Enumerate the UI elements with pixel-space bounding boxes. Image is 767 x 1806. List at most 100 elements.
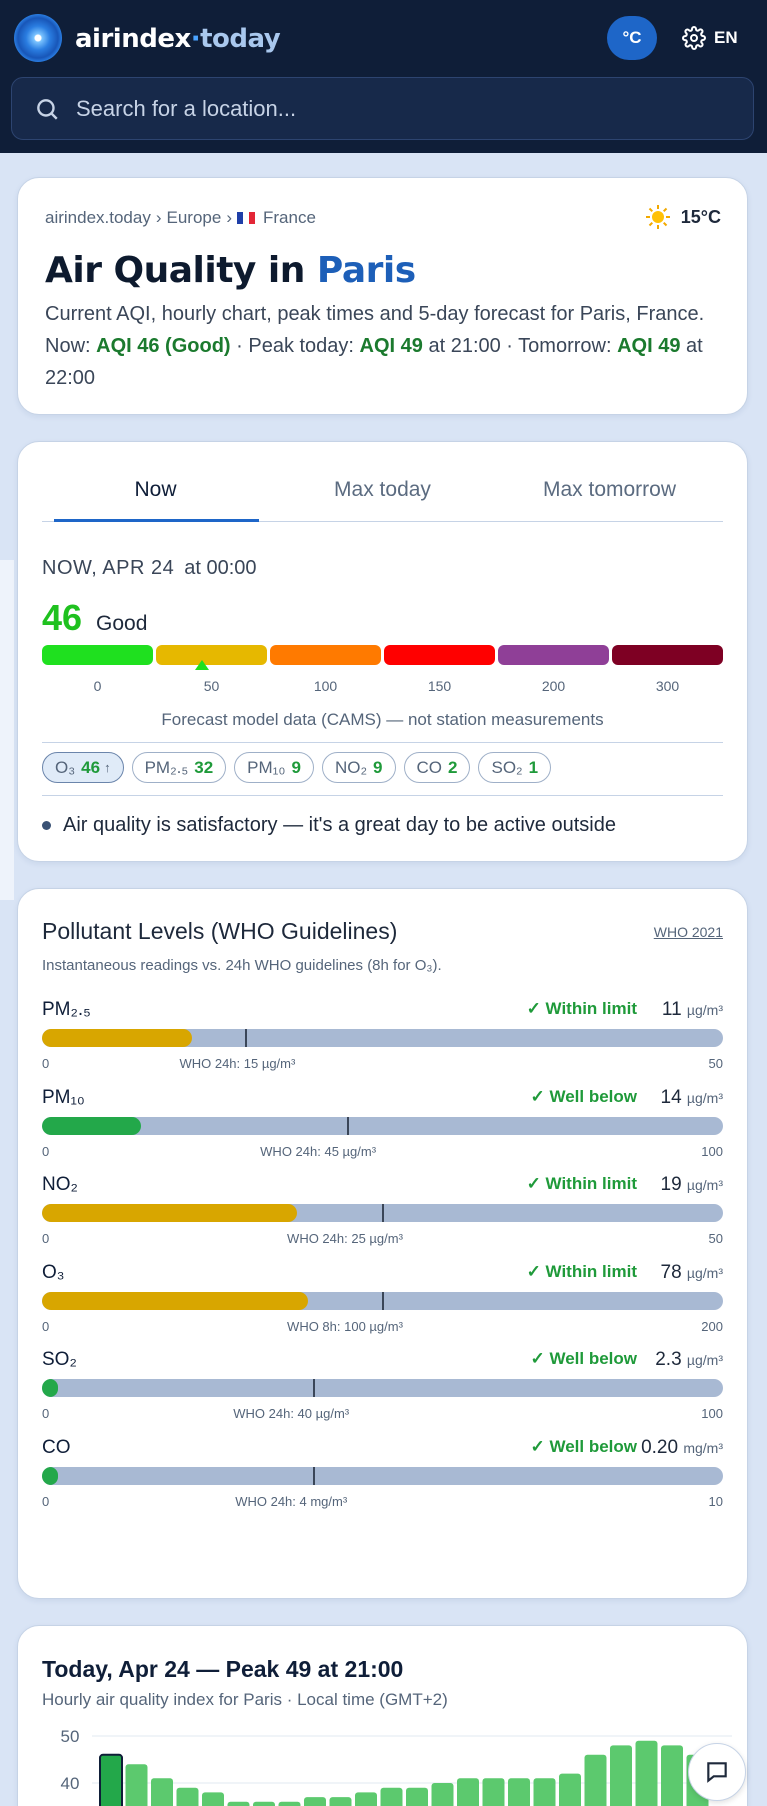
who-guideline-marker xyxy=(347,1116,350,1135)
hourly-bar[interactable] xyxy=(278,1801,301,1806)
pollutant-bar-fill xyxy=(42,1379,58,1397)
pollutant-levels-title: Pollutant Levels (WHO Guidelines) xyxy=(42,918,398,944)
hourly-chart-card: Today, Apr 24 — Peak 49 at 21:00 Hourly … xyxy=(17,1625,748,1806)
aqi-scale-bar xyxy=(42,645,723,665)
hourly-bar[interactable] xyxy=(151,1778,173,1806)
hourly-bar[interactable] xyxy=(635,1740,658,1806)
pollutant-status: ✓ Within limit xyxy=(526,999,637,1018)
pollutant-chip[interactable]: PM₁₀ 9 xyxy=(234,752,314,783)
page-description: Current AQI, hourly chart, peak times an… xyxy=(45,303,705,389)
breadcrumb-home[interactable]: airindex.today xyxy=(45,208,151,228)
pollutant-scale-max: 50 xyxy=(708,1056,723,1071)
pollutant-chip-label: NO₂ xyxy=(334,757,368,777)
hourly-bar[interactable] xyxy=(125,1764,148,1806)
pollutant-chip-label: CO xyxy=(416,757,443,777)
pollutant-bar xyxy=(42,1029,723,1047)
hourly-bar[interactable] xyxy=(610,1745,632,1806)
pollutant-scale-max: 10 xyxy=(708,1493,723,1509)
settings-language-button[interactable]: EN xyxy=(682,22,738,54)
logo-wordmark[interactable]: airindex·today xyxy=(75,24,281,54)
aqi-scale-segment xyxy=(384,645,495,665)
breadcrumb-region[interactable]: Europe xyxy=(167,208,222,228)
pollutant-chip-value: 9 xyxy=(373,757,383,777)
breadcrumb-separator: › xyxy=(226,208,233,227)
aqi-scale-tick: 150 xyxy=(427,678,452,694)
hourly-bar[interactable] xyxy=(227,1801,250,1806)
aqi-tabs: Now Max today Max tomorrow xyxy=(42,472,723,522)
hourly-bar[interactable] xyxy=(482,1778,505,1806)
search-bar[interactable] xyxy=(11,77,754,140)
chat-button[interactable] xyxy=(688,1743,746,1801)
breadcrumb: airindex.today › Europe › France xyxy=(45,208,316,228)
pollutant-bar xyxy=(42,1379,723,1397)
tab-max-tomorrow[interactable]: Max tomorrow xyxy=(496,472,723,521)
pollutant-chip-value: 2 xyxy=(448,757,458,777)
who-2021-link[interactable]: WHO 2021 xyxy=(654,924,723,940)
hourly-bar[interactable] xyxy=(406,1787,428,1806)
hourly-bar[interactable] xyxy=(329,1797,352,1806)
who-guideline-marker xyxy=(381,1204,384,1222)
hourly-bar[interactable] xyxy=(355,1792,377,1806)
pollutant-chip[interactable]: PM₂.₅ 32 xyxy=(131,752,227,783)
pollutant-levels-card: Pollutant Levels (WHO Guidelines) WHO 20… xyxy=(17,888,748,1599)
pollutant-value: 2.3 µg/m³ xyxy=(655,1349,723,1370)
pollutant-name: CO xyxy=(42,1436,71,1458)
hourly-bar[interactable] xyxy=(508,1778,530,1806)
pollutant-name: PM₂.₅ xyxy=(42,999,91,1020)
tab-max-today[interactable]: Max today xyxy=(269,472,496,521)
pollutant-chip[interactable]: CO 2 xyxy=(403,752,471,783)
divider xyxy=(42,795,723,796)
logo-icon[interactable] xyxy=(14,14,62,62)
search-input[interactable] xyxy=(76,95,696,122)
breadcrumb-country[interactable]: France xyxy=(263,208,316,228)
pollutant-bar-fill xyxy=(42,1291,308,1310)
who-guideline-label: WHO 8h: 100 µg/m³ xyxy=(287,1318,403,1334)
aqi-scale-tick: 50 xyxy=(203,678,220,694)
gear-icon xyxy=(682,26,706,50)
hourly-bar[interactable] xyxy=(661,1745,683,1806)
sun-icon xyxy=(645,205,670,229)
pollutant-scale-max: 100 xyxy=(701,1143,723,1159)
y-tick-label: 40 xyxy=(61,1774,80,1793)
pollutant-chip-label: PM₁₀ xyxy=(247,757,286,777)
hourly-bar[interactable] xyxy=(380,1787,403,1806)
who-guideline-label: WHO 24h: 25 µg/m³ xyxy=(287,1231,403,1246)
pollutant-bar-fill xyxy=(42,1466,58,1485)
city-name: Paris xyxy=(316,250,416,291)
unit-toggle-button[interactable]: °C xyxy=(607,16,657,60)
aqi-scale-tick: 300 xyxy=(655,678,680,694)
pollutant-bar xyxy=(42,1466,723,1485)
who-guideline-marker xyxy=(245,1029,248,1047)
pollutant-scale-min: 0 xyxy=(42,1493,50,1509)
pollutant-chip[interactable]: SO₂ 1 xyxy=(478,752,552,783)
pollutant-bar-fill xyxy=(42,1029,192,1047)
aqi-marker xyxy=(195,660,210,670)
pollutant-status: ✓ Within limit xyxy=(526,1174,637,1193)
aqi-scale-segment xyxy=(156,645,267,665)
hourly-bar[interactable] xyxy=(253,1801,275,1806)
pollutant-chip[interactable]: NO₂ 9 xyxy=(321,752,396,783)
pollutant-chip[interactable]: O₃ 46 ↑ xyxy=(42,752,124,783)
pollutant-bar-fill xyxy=(42,1116,141,1135)
model-note: Forecast model data (CAMS) — not station… xyxy=(42,710,723,743)
pollutant-value: 19 µg/m³ xyxy=(660,1174,724,1195)
hourly-bar[interactable] xyxy=(457,1778,479,1806)
tab-now[interactable]: Now xyxy=(42,472,269,522)
hourly-bar[interactable] xyxy=(584,1754,607,1806)
hourly-bar[interactable] xyxy=(304,1797,326,1806)
pollutant-scale-min: 0 xyxy=(42,1406,50,1421)
pollutant-chip-value: 32 xyxy=(194,757,214,777)
hourly-bar[interactable] xyxy=(533,1778,556,1806)
hourly-bar[interactable] xyxy=(99,1753,123,1806)
hourly-bar[interactable] xyxy=(176,1787,199,1806)
aqi-card: Now Max today Max tomorrow NOW, APR 24 at… xyxy=(17,441,748,862)
hourly-bar[interactable] xyxy=(559,1773,581,1806)
aqi-value: 46 xyxy=(42,597,83,638)
hourly-bar[interactable] xyxy=(202,1792,224,1806)
pollutant-scale-min: 0 xyxy=(42,1318,50,1334)
pollutant-name: NO₂ xyxy=(42,1174,78,1195)
aqi-scale-segment xyxy=(612,645,723,665)
hourly-bar[interactable] xyxy=(431,1783,454,1806)
pollutant-status: ✓ Well below xyxy=(530,1436,638,1456)
pollutant-row: PM₂.₅ ✓ Within limit 11 µg/m³ 0 WHO 24h: 15 … xyxy=(42,999,723,1089)
